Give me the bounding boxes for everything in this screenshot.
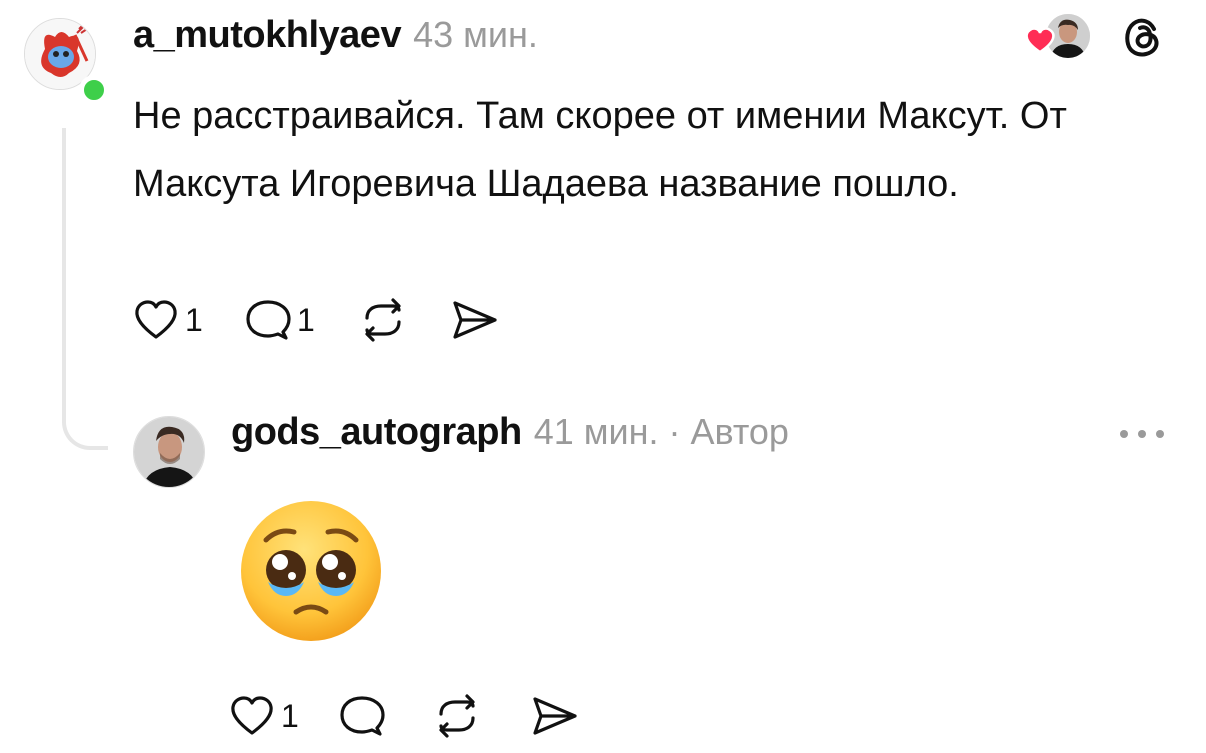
comment-header: a_mutokhlyaev 43 мин. [133,14,538,57]
username[interactable]: a_mutokhlyaev [133,14,402,57]
liked-by-author-indicator[interactable] [1020,12,1092,60]
share-button[interactable] [529,693,581,739]
like-button[interactable]: 1 [229,695,311,737]
online-status-dot [79,75,109,105]
repost-arrows-icon [439,694,475,738]
pleading-face-emoji [238,498,384,644]
more-dots-icon [1120,430,1164,438]
username[interactable]: gods_autograph [231,411,522,454]
reply-actions: 1 [229,692,609,740]
send-icon [533,697,577,735]
speech-bubble-icon [340,696,385,736]
like-count: 1 [281,697,299,734]
timestamp: 43 мин. [413,14,538,55]
repost-button[interactable] [431,692,483,740]
author-tag: · Автор [668,411,789,452]
reply-button[interactable]: 1 [245,298,327,342]
send-icon [453,301,497,339]
like-count: 1 [185,301,203,338]
avatar-gods-autograph[interactable] [133,416,205,488]
repost-button[interactable] [357,296,409,344]
reply-button[interactable] [339,694,385,738]
reply-count: 1 [297,301,315,338]
timestamp: 41 мин. [533,411,659,452]
speech-bubble-icon [246,300,291,340]
heart-outline-icon [231,696,273,735]
like-button[interactable]: 1 [133,299,215,341]
comment-actions: 1 1 [133,296,531,344]
repost-arrows-icon [365,298,401,342]
share-button[interactable] [449,297,501,343]
comment-body: Не расстраивайся. Там скорее от имении М… [133,95,1067,205]
threads-logo-icon[interactable] [1120,14,1166,60]
more-options-button[interactable] [1112,418,1172,448]
thread-connector-line [62,128,108,450]
heart-outline-icon [135,300,177,339]
reply-header: gods_autograph 41 мин. · Автор [231,411,789,454]
